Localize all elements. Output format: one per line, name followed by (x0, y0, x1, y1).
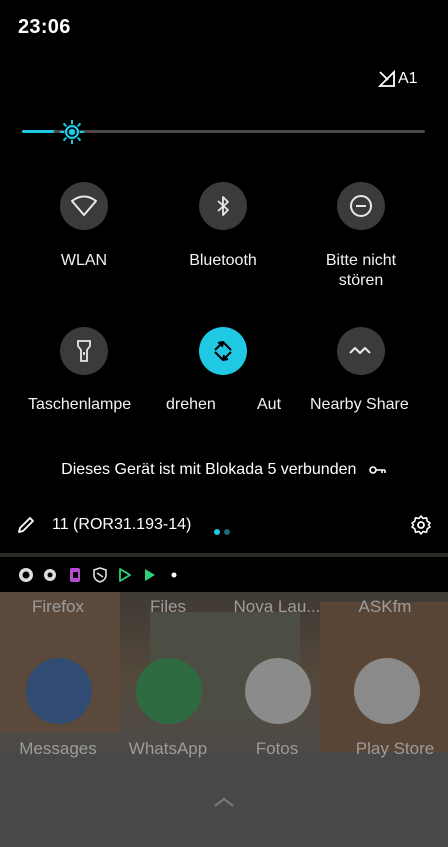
wifi-icon (60, 182, 108, 230)
bluetooth-icon (199, 182, 247, 230)
app-label-whatsapp[interactable]: WhatsApp (113, 739, 223, 759)
do-not-disturb-icon (337, 182, 385, 230)
app-label-askfm[interactable]: ASKfm (330, 597, 440, 617)
app-drawer-chevron-icon[interactable] (212, 796, 236, 808)
play-store-icon (119, 568, 131, 582)
tile-bluetooth-label: Bluetooth (189, 252, 257, 269)
brightness-slider-fill (22, 130, 55, 133)
firefox-focus-icon (19, 568, 33, 582)
google-photos-icon[interactable] (245, 658, 311, 724)
play-store-app-icon[interactable] (354, 658, 420, 724)
app-label-play-store[interactable]: Play Store (340, 739, 448, 759)
app-label-messages[interactable]: Messages (3, 739, 113, 759)
shield-icon (93, 567, 107, 583)
page-dot (224, 529, 230, 535)
signal-no-data-icon (378, 70, 395, 87)
app-label-fotos[interactable]: Fotos (222, 739, 332, 759)
app-label-firefox[interactable]: Firefox (3, 597, 113, 617)
tile-bluetooth[interactable]: Bluetooth (153, 182, 293, 322)
app-label-files[interactable]: Files (113, 597, 223, 617)
page-dot-active (214, 529, 220, 535)
quick-settings-panel: 23:06 A1 WLAN Bluetooth Bitte nicht stör… (0, 0, 448, 553)
tile-dnd-label: Bitte nicht stören (325, 252, 397, 289)
flashlight-icon (60, 327, 108, 375)
page-indicator (214, 522, 234, 540)
tile-wlan-label: WLAN (60, 252, 108, 269)
tile-wlan[interactable]: WLAN (14, 182, 154, 322)
whatsapp-icon[interactable] (136, 658, 202, 724)
play-store-alt-icon (145, 569, 155, 581)
tile-flashlight-label: Taschenlampe (28, 396, 132, 413)
settings-gear-icon[interactable] (410, 514, 432, 536)
settings-icon (44, 569, 56, 581)
vpn-key-icon (369, 465, 386, 474)
tile-nearby-share-label: Nearby Share (310, 396, 409, 413)
tile-auto-rotate-label: drehen (166, 396, 216, 413)
vpn-notice-text: Dieses Gerät ist mit Blokada 5 verbunden (61, 461, 357, 478)
brightness-icon[interactable] (59, 119, 85, 145)
nearby-share-icon (337, 327, 385, 375)
vpn-notice[interactable]: Dieses Gerät ist mit Blokada 5 verbunden (0, 461, 448, 479)
messages-icon[interactable] (26, 658, 92, 724)
tile-do-not-disturb[interactable]: Bitte nicht stören (291, 182, 431, 322)
build-number[interactable]: 11 (ROR31.193-14) (52, 516, 191, 534)
status-time: 23:06 (18, 16, 71, 38)
tile-auto-rotate-label-overflow: Aut (257, 396, 282, 413)
app-label-nova-launcher[interactable]: Nova Lau... (222, 597, 332, 617)
carrier-label: A1 (398, 70, 418, 87)
edit-pencil-icon[interactable] (16, 515, 36, 535)
media-icon (70, 568, 80, 582)
auto-rotate-icon (199, 327, 247, 375)
more-dot-icon (171, 572, 177, 578)
